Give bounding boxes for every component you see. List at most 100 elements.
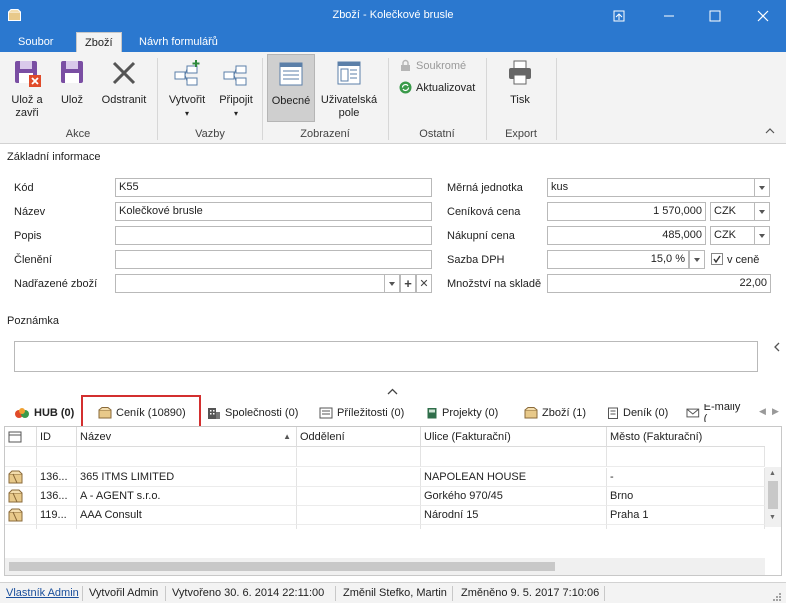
tab-hub[interactable]: HUB (0) [14, 404, 74, 422]
create-button[interactable]: Vytvořit ▾ [163, 58, 211, 120]
refresh-button[interactable]: Aktualizovat [399, 81, 475, 94]
filter-cell[interactable] [37, 447, 77, 467]
filter-cell[interactable] [5, 447, 37, 467]
filter-cell[interactable] [77, 447, 297, 467]
restore-window-icon[interactable] [596, 0, 642, 32]
unit-dropdown[interactable] [754, 178, 770, 197]
tab-projects[interactable]: Projekty (0) [426, 404, 498, 422]
tab-diary[interactable]: Deník (0) [607, 404, 668, 422]
chevron-down-icon [694, 257, 700, 262]
tab-file[interactable]: Soubor [10, 32, 61, 52]
horizontal-scroll-thumb[interactable] [9, 562, 555, 571]
column-header-id[interactable]: ID [37, 427, 77, 447]
close-button[interactable] [740, 0, 786, 32]
cell-id: 136... [37, 487, 77, 506]
category-field[interactable] [115, 250, 432, 269]
purchase-price-currency[interactable]: CZK [710, 226, 755, 245]
table-row[interactable]: 136... 365 ITMS LIMITED NAPOLEAN HOUSE - [5, 468, 765, 487]
attach-button[interactable]: Připojit ▾ [214, 58, 258, 120]
parent-goods-add-icon[interactable]: + [400, 274, 416, 293]
filter-cell[interactable] [421, 447, 607, 467]
column-header-department[interactable]: Oddělení [297, 427, 421, 447]
status-bar: Vlastník Admin Vytvořil Admin Vytvořeno … [0, 582, 786, 603]
list-price-field[interactable]: 1 570,000 [547, 202, 706, 221]
tab-companies[interactable]: Společnosti (0) [207, 404, 298, 422]
list-price-label: Ceníková cena [447, 206, 521, 218]
projects-book-icon [427, 408, 437, 419]
general-view-button[interactable]: Obecné [267, 54, 315, 122]
cell-name: A - AGENT s.r.o. [77, 487, 297, 506]
modifier-text: Změnil Stefko, Martin [343, 587, 447, 599]
cell-street: Gorkého 970/45 [421, 487, 607, 506]
collapse-ribbon-icon[interactable] [764, 126, 776, 139]
tabs-scroll-left-icon[interactable]: ◀ [759, 406, 766, 417]
list-price-currency[interactable]: CZK [710, 202, 755, 221]
filter-cell[interactable] [607, 447, 765, 467]
column-header-street[interactable]: Ulice (Fakturační) [421, 427, 607, 447]
table-row[interactable]: 136... A - AGENT s.r.o. Gorkého 970/45 B… [5, 487, 765, 506]
vat-rate-field[interactable]: 15,0 % [547, 250, 689, 269]
save-icon [61, 61, 83, 83]
column-header-select[interactable] [5, 427, 37, 447]
column-header-city[interactable]: Město (Fakturační) [607, 427, 765, 447]
vat-rate-dropdown[interactable] [689, 250, 705, 269]
vat-rate-label: Sazba DPH [447, 254, 505, 266]
save-close-button[interactable]: Ulož a zavři [6, 58, 48, 120]
group-label-display: Zobrazení [300, 128, 350, 140]
unit-label: Měrná jednotka [447, 182, 523, 194]
chevron-down-icon [759, 233, 765, 238]
parent-goods-field[interactable] [115, 274, 385, 293]
title-bar: Zboží - Kolečkové brusle [0, 0, 786, 32]
group-label-actions: Akce [65, 128, 91, 140]
tab-opportunities[interactable]: Příležitosti (0) [319, 404, 404, 422]
cell-street: Národní 15 [421, 506, 607, 525]
filter-cell[interactable] [297, 447, 421, 467]
create-dropdown-icon: ▾ [184, 109, 189, 118]
stock-quantity-field[interactable]: 22,00 [547, 274, 771, 293]
purchase-price-currency-dropdown[interactable] [754, 226, 770, 245]
tab-pricelist[interactable]: Ceník (10890) [98, 404, 186, 422]
vertical-scrollbar[interactable]: ▲ ▼ [765, 467, 781, 527]
goods-box-icon [524, 407, 538, 419]
cell-name: 365 ITMS LIMITED [77, 468, 297, 487]
resize-grip-icon[interactable] [772, 592, 782, 603]
maximize-button[interactable] [692, 0, 738, 32]
tab-goods[interactable]: Zboží (1) [524, 404, 586, 422]
tab-goods[interactable]: Zboží [76, 32, 122, 52]
save-button[interactable]: Ulož [54, 58, 90, 107]
print-button[interactable]: Tisk [500, 58, 540, 107]
status-separator [335, 586, 336, 601]
parent-goods-clear-icon[interactable]: ✕ [416, 274, 432, 293]
tabs-scroll-right-icon[interactable]: ▶ [772, 406, 779, 417]
delete-button[interactable]: Odstranit [98, 58, 150, 107]
description-label: Popis [14, 230, 42, 242]
name-field[interactable]: Kolečkové brusle [115, 202, 432, 221]
scroll-up-icon[interactable]: ▲ [769, 470, 776, 477]
purchase-price-field[interactable]: 485,000 [547, 226, 706, 245]
tab-form-design[interactable]: Návrh formulářů [131, 32, 226, 52]
list-price-currency-dropdown[interactable] [754, 202, 770, 221]
side-panel-arrow-icon[interactable] [773, 342, 781, 355]
hub-icon [15, 408, 29, 418]
minimize-button[interactable] [646, 0, 692, 32]
scroll-down-icon[interactable]: ▼ [769, 514, 776, 521]
splitter-up-icon[interactable] [387, 387, 398, 399]
parent-goods-dropdown[interactable] [384, 274, 400, 293]
user-fields-button[interactable]: Uživatelská pole [318, 58, 380, 120]
vat-included-checkbox[interactable] [711, 253, 723, 265]
private-button[interactable]: Soukromé [399, 59, 466, 72]
status-separator [452, 586, 453, 601]
group-label-other: Ostatní [419, 128, 455, 140]
unit-field[interactable]: kus [547, 178, 755, 197]
horizontal-scrollbar[interactable] [5, 558, 765, 575]
table-row[interactable]: 119... AAA Consult Národní 15 Praha 1 [5, 506, 765, 525]
status-separator [82, 586, 83, 601]
vertical-scroll-thumb[interactable] [768, 481, 778, 509]
column-header-name[interactable]: Název ▲ [77, 427, 297, 447]
description-field[interactable] [115, 226, 432, 245]
owner-link[interactable]: Vlastník Admin [6, 587, 79, 599]
tab-emails[interactable]: E-maily ( [686, 404, 746, 422]
code-field[interactable]: K55 [115, 178, 432, 197]
lock-icon [401, 59, 410, 71]
note-field[interactable] [14, 341, 758, 372]
